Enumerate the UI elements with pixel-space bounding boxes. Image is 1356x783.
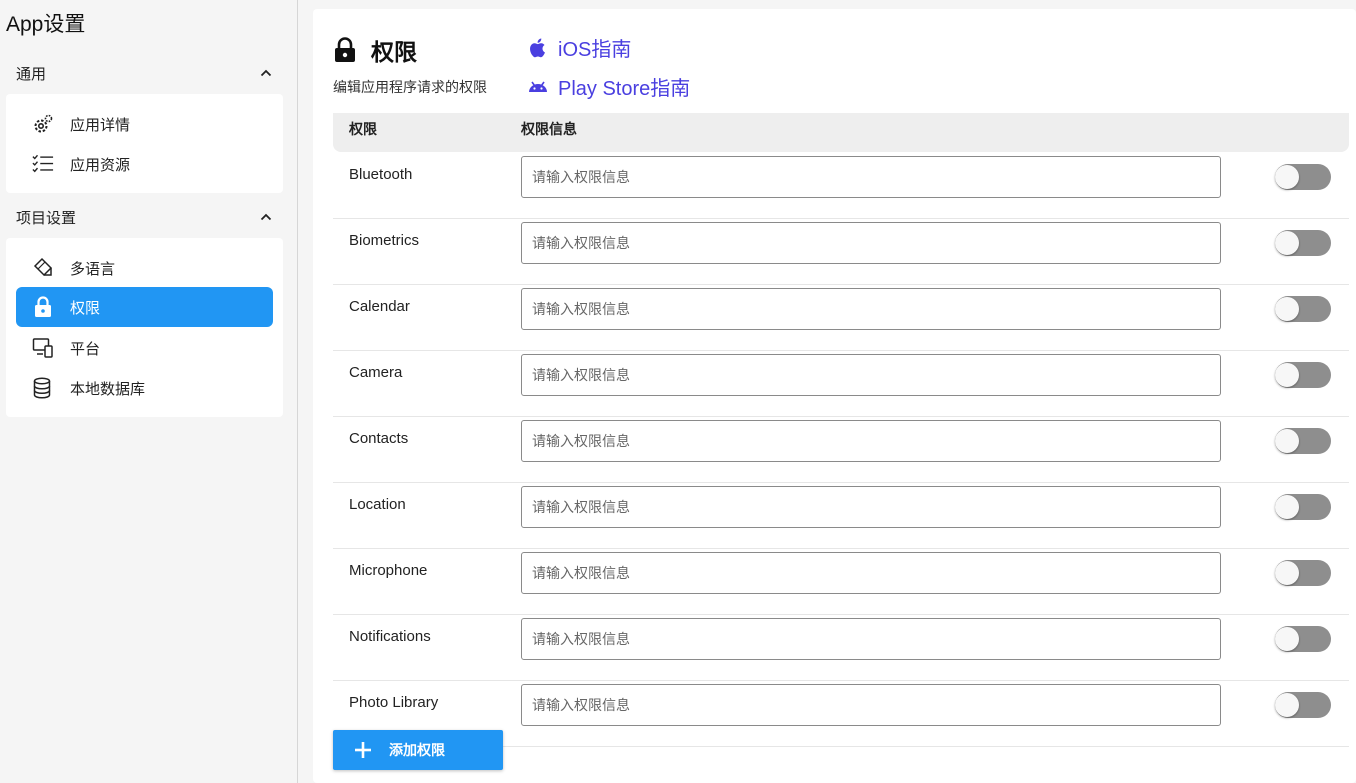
sidebar-item-app-details[interactable]: 应用详情 (16, 104, 273, 144)
section-header-project-settings[interactable]: 项目设置 (16, 205, 272, 229)
permission-name: Microphone (349, 562, 428, 579)
permission-toggle[interactable] (1275, 692, 1331, 718)
chevron-up-icon (260, 69, 272, 77)
permission-name: Biometrics (349, 232, 420, 249)
table-row: Calendar (333, 285, 1349, 351)
permission-name: Notifications (349, 628, 431, 645)
permission-toggle[interactable] (1275, 626, 1331, 652)
permission-toggle[interactable] (1275, 428, 1331, 454)
sidebar: App设置 通用 应用详情 应用资源 项目设置 多语言 权限 平台 本地数据库 (0, 0, 298, 783)
permission-toggle[interactable] (1275, 296, 1331, 322)
permission-info-input[interactable] (521, 486, 1221, 528)
permission-info-input[interactable] (521, 354, 1221, 396)
add-permission-label: 添加权限 (389, 742, 445, 758)
table-row: Microphone (333, 549, 1349, 615)
permission-name: Camera (349, 364, 403, 381)
sidebar-item-label: 权限 (70, 299, 101, 317)
table-row: Location (333, 483, 1349, 549)
sidebar-item-label: 本地数据库 (70, 380, 146, 398)
toggle-knob (1275, 165, 1299, 189)
page-title: 权限 (333, 33, 417, 67)
toggle-knob (1275, 561, 1299, 585)
table-row: Camera (333, 351, 1349, 417)
permission-toggle[interactable] (1275, 494, 1331, 520)
permission-info-input[interactable] (521, 288, 1221, 330)
permission-info-input[interactable] (521, 684, 1221, 726)
permission-name: Location (349, 496, 406, 513)
permission-info-input[interactable] (521, 420, 1221, 462)
sidebar-item-label: 应用详情 (70, 116, 131, 134)
sidebar-item-label: 平台 (70, 340, 101, 358)
main-panel: 权限 编辑应用程序请求的权限 iOS指南 Play Store指南 权限 权限信… (313, 9, 1356, 783)
lock-icon (32, 296, 54, 318)
toggle-knob (1275, 627, 1299, 651)
sidebar-item-platforms[interactable]: 平台 (16, 328, 273, 368)
toggle-knob (1275, 495, 1299, 519)
page-title-text: 权限 (371, 39, 417, 65)
ios-guide-label: iOS指南 (558, 39, 632, 61)
plus-icon (355, 742, 371, 758)
sidebar-item-app-resources[interactable]: 应用资源 (16, 144, 273, 184)
chevron-up-icon (260, 213, 272, 221)
toggle-knob (1275, 429, 1299, 453)
toggle-knob (1275, 297, 1299, 321)
permission-info-input[interactable] (521, 222, 1221, 264)
add-permission-button[interactable]: 添加权限 (333, 730, 503, 770)
play-store-guide-label: Play Store指南 (558, 78, 691, 100)
column-header-permission: 权限 (349, 121, 377, 137)
sidebar-item-label: 多语言 (70, 260, 116, 278)
database-icon (32, 377, 54, 399)
sidebar-item-local-database[interactable]: 本地数据库 (16, 368, 273, 408)
page-description: 编辑应用程序请求的权限 (333, 79, 487, 95)
section-title: 通用 (16, 65, 47, 83)
permission-info-input[interactable] (521, 618, 1221, 660)
app-title: App设置 (6, 13, 86, 36)
android-icon (529, 81, 547, 92)
toggle-knob (1275, 693, 1299, 717)
permission-name: Calendar (349, 298, 410, 315)
apple-icon (530, 38, 545, 57)
permission-name: Contacts (349, 430, 409, 447)
section-card-project-settings: 多语言 权限 平台 本地数据库 (6, 238, 283, 417)
permission-info-input[interactable] (521, 156, 1221, 198)
lock-icon (335, 37, 355, 62)
permission-toggle[interactable] (1275, 230, 1331, 256)
play-store-guide-link[interactable]: Play Store指南 (527, 72, 690, 101)
translate-icon (32, 257, 54, 279)
section-header-general[interactable]: 通用 (16, 61, 272, 85)
table-row: Biometrics (333, 219, 1349, 285)
permission-toggle[interactable] (1275, 164, 1331, 190)
sidebar-item-label: 应用资源 (70, 156, 131, 174)
permission-toggle[interactable] (1275, 560, 1331, 586)
column-header-permission-info: 权限信息 (521, 121, 577, 137)
permissions-table-header: 权限 权限信息 (333, 113, 1349, 152)
permission-name: Photo Library (349, 694, 439, 711)
sidebar-item-languages[interactable]: 多语言 (16, 248, 273, 288)
table-row: Notifications (333, 615, 1349, 681)
section-title: 项目设置 (16, 209, 77, 227)
permission-info-input[interactable] (521, 552, 1221, 594)
toggle-knob (1275, 231, 1299, 255)
sidebar-item-permissions[interactable]: 权限 (16, 287, 273, 327)
devices-icon (32, 337, 54, 359)
toggle-knob (1275, 363, 1299, 387)
section-card-general: 应用详情 应用资源 (6, 94, 283, 193)
table-row: Bluetooth (333, 153, 1349, 219)
table-row: Contacts (333, 417, 1349, 483)
checklist-icon (32, 153, 54, 175)
permission-toggle[interactable] (1275, 362, 1331, 388)
permission-name: Bluetooth (349, 166, 413, 183)
ios-guide-link[interactable]: iOS指南 (527, 33, 631, 62)
gears-icon (32, 113, 54, 135)
